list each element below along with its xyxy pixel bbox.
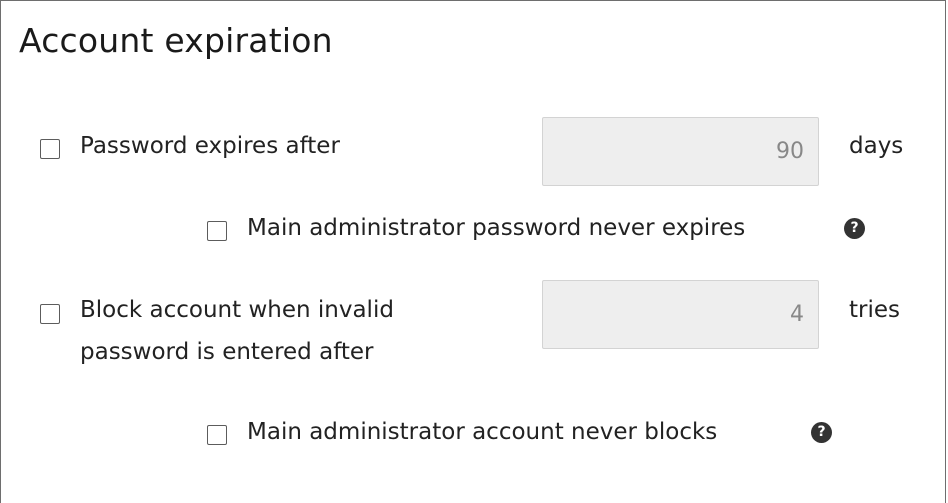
account-expiration-panel: Account expiration Password expires afte… <box>0 0 946 503</box>
block-account-label-line1: Block account when invalid <box>80 297 394 323</box>
admin-password-never-expires-checkbox[interactable] <box>207 221 227 241</box>
password-expires-checkbox[interactable] <box>40 139 60 159</box>
admin-password-never-expires-label: Main administrator password never expire… <box>247 215 746 241</box>
password-expiry-unit: days <box>849 133 904 159</box>
password-expires-label: Password expires after <box>80 133 340 159</box>
block-account-label-line2: password is entered after <box>80 339 374 365</box>
question-circle-icon[interactable]: ? <box>811 422 832 443</box>
section-title: Account expiration <box>19 21 333 60</box>
block-account-checkbox[interactable] <box>40 304 60 324</box>
password-expiry-days-input[interactable]: 90 <box>542 117 819 186</box>
admin-account-never-blocks-checkbox[interactable] <box>207 425 227 445</box>
question-circle-icon[interactable]: ? <box>844 218 865 239</box>
admin-account-never-blocks-label: Main administrator account never blocks <box>247 419 718 445</box>
block-account-unit: tries <box>849 297 900 323</box>
block-account-tries-input[interactable]: 4 <box>542 280 819 349</box>
